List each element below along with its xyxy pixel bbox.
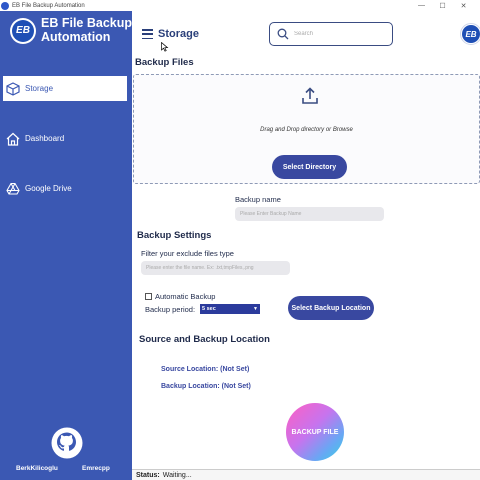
- automatic-backup-label: Automatic Backup: [155, 292, 216, 301]
- chevron-down-icon: ▼: [253, 306, 258, 312]
- filter-label: Filter your exclude files type: [141, 249, 234, 258]
- backup-period-select[interactable]: 5 sec ▼: [200, 304, 260, 314]
- home-icon: [6, 132, 20, 146]
- mouse-cursor-icon: [161, 42, 169, 52]
- brand-name: EB File Backup Automation: [41, 16, 132, 44]
- page-title: Storage: [158, 28, 199, 40]
- status-label: Status:: [136, 471, 160, 479]
- brand-logo-mark: EB: [12, 19, 34, 42]
- sidebar-item-google-drive[interactable]: Google Drive: [3, 176, 127, 201]
- backup-location-text: Backup Location: (Not Set): [161, 383, 251, 390]
- backup-file-button[interactable]: BACKUP FILE: [286, 403, 344, 461]
- author-link-2[interactable]: Emrecpp: [82, 465, 110, 472]
- window-titlebar: EB File Backup Automation — ☐ ✕: [0, 0, 480, 11]
- sidebar-item-label: Google Drive: [25, 184, 72, 193]
- automatic-backup-checkbox[interactable]: [145, 293, 152, 300]
- backup-files-heading: Backup Files: [135, 57, 194, 68]
- window-controls: — ☐ ✕: [411, 0, 474, 11]
- search-box[interactable]: [269, 22, 393, 46]
- github-icon[interactable]: [51, 427, 83, 459]
- search-input[interactable]: [294, 31, 384, 37]
- sidebar-item-storage[interactable]: Storage: [3, 76, 127, 101]
- backup-name-label: Backup name: [235, 195, 281, 204]
- brand: EB EB File Backup Automation: [10, 16, 133, 44]
- backup-name-input[interactable]: [235, 207, 384, 221]
- app-icon: [1, 1, 9, 10]
- brand-logo: EB: [10, 17, 36, 44]
- close-button[interactable]: ✕: [453, 0, 474, 11]
- filter-input[interactable]: [141, 261, 290, 275]
- minimize-button[interactable]: —: [411, 0, 432, 11]
- profile-logo-mark: EB: [462, 25, 480, 43]
- sidebar: EB EB File Backup Automation Storage Das…: [0, 11, 132, 480]
- backup-period-value: 5 sec: [202, 306, 216, 312]
- select-directory-button[interactable]: Select Directory: [272, 155, 347, 179]
- maximize-button[interactable]: ☐: [432, 0, 453, 11]
- sidebar-item-label: Dashboard: [25, 134, 65, 143]
- menu-icon[interactable]: [142, 29, 153, 39]
- source-location-text: Source Location: (Not Set): [161, 366, 250, 373]
- sidebar-item-label: Storage: [25, 84, 54, 93]
- drop-instructions: Drag and Drop directory or Browse: [260, 127, 353, 133]
- search-icon: [277, 28, 289, 40]
- upload-icon: [302, 87, 318, 104]
- backup-settings-heading: Backup Settings: [137, 230, 212, 241]
- locations-heading: Source and Backup Location: [139, 334, 270, 345]
- status-value: Waiting...: [162, 471, 192, 479]
- window-title: EB File Backup Automation: [12, 2, 85, 9]
- google-drive-icon: [6, 182, 20, 196]
- select-backup-location-button[interactable]: Select Backup Location: [288, 296, 374, 320]
- cube-icon: [6, 81, 20, 96]
- automatic-backup-row[interactable]: Automatic Backup: [145, 292, 215, 301]
- author-link-1[interactable]: BerkKilicoglu: [16, 465, 58, 472]
- sidebar-item-dashboard[interactable]: Dashboard: [3, 126, 127, 151]
- profile-logo[interactable]: EB: [460, 23, 480, 45]
- status-bar: Status: Waiting...: [132, 469, 480, 480]
- backup-period-label: Backup period:: [145, 305, 196, 314]
